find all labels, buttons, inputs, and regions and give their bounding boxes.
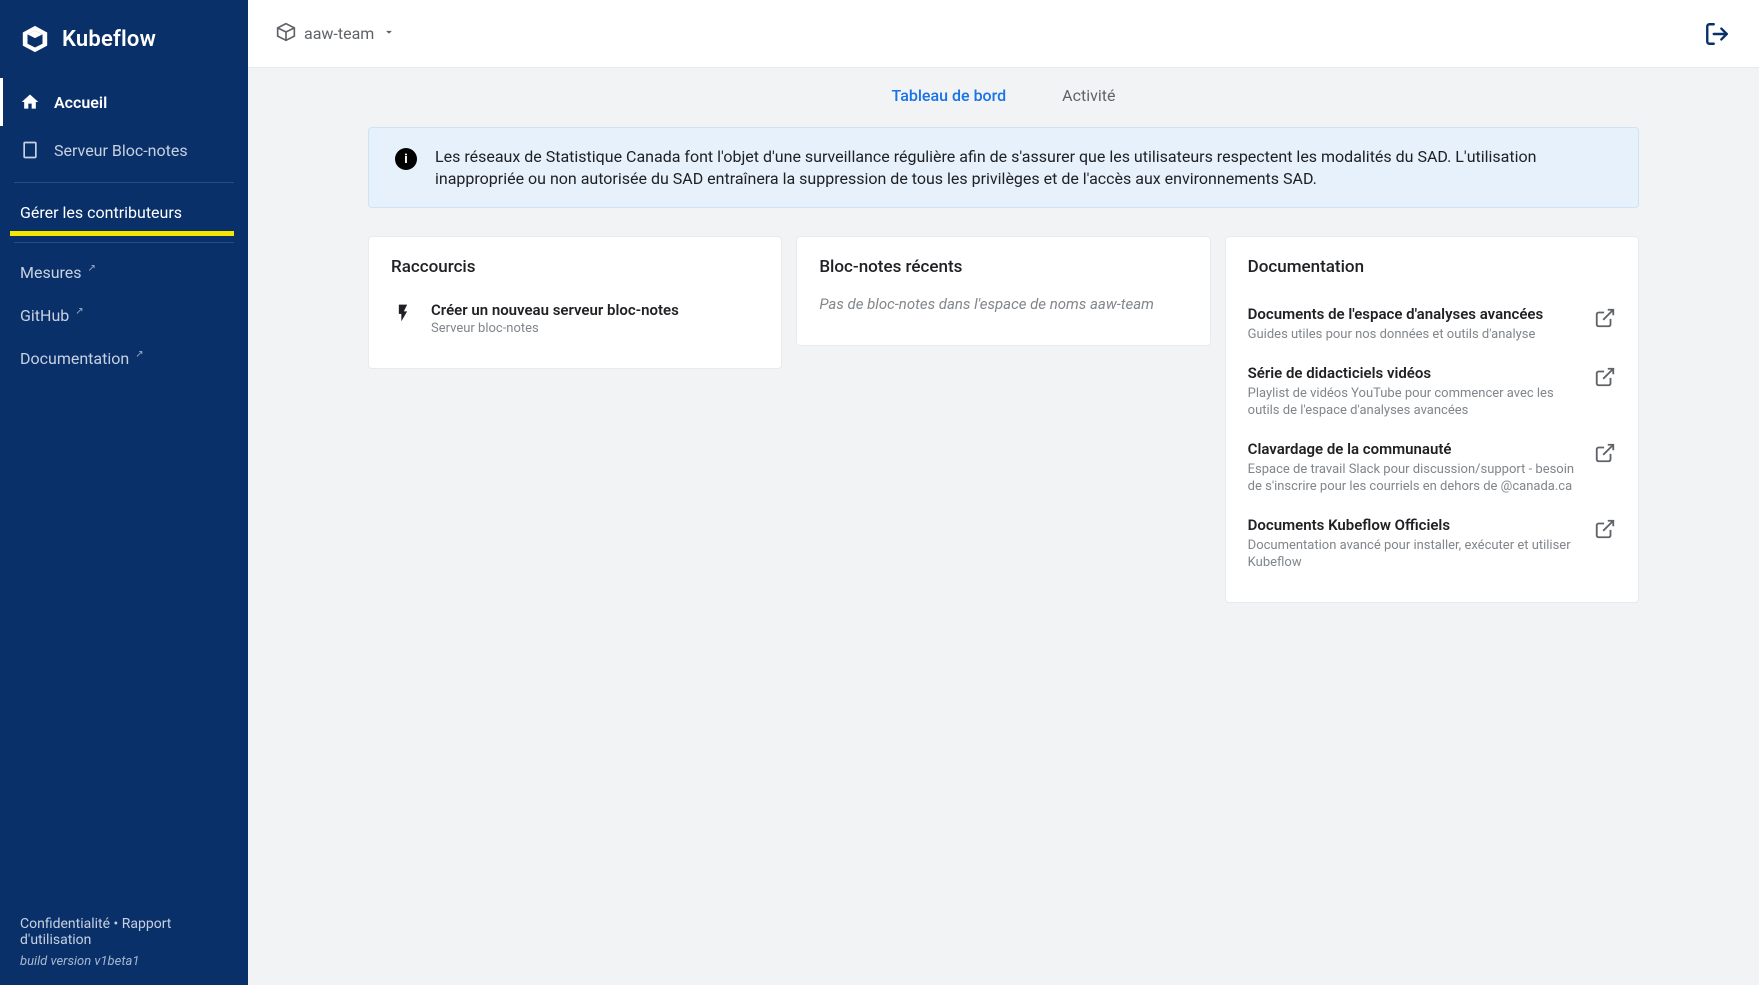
namespace-selector[interactable]: aaw-team bbox=[276, 22, 396, 46]
sidebar-item-metrics[interactable]: Mesures ↗ bbox=[0, 251, 248, 294]
card-header: Bloc-notes récents bbox=[819, 257, 1187, 277]
sidebar-item-notebook[interactable]: Serveur Bloc-notes bbox=[0, 126, 248, 174]
brand: Kubeflow bbox=[0, 16, 248, 78]
bolt-icon bbox=[391, 303, 415, 328]
doc-text: Série de didacticiels vidéos Playlist de… bbox=[1248, 364, 1580, 420]
tabs: Tableau de bord Activité bbox=[248, 68, 1759, 121]
alert-text: Les réseaux de Statistique Canada font l… bbox=[435, 146, 1612, 189]
box-icon bbox=[276, 22, 296, 46]
sidebar-footer: Confidentialité • Rapport d'utilisation … bbox=[0, 900, 248, 985]
doc-subtitle: Guides utiles pour nos données et outils… bbox=[1248, 326, 1580, 344]
kubeflow-logo-icon bbox=[20, 24, 50, 54]
doc-text: Clavardage de la communauté Espace de tr… bbox=[1248, 440, 1580, 496]
external-icon: ↗ bbox=[135, 349, 143, 360]
open-external-icon bbox=[1594, 442, 1616, 464]
nav-primary: Accueil Serveur Bloc-notes bbox=[0, 78, 248, 174]
doc-text: Documents Kubeflow Officiels Documentati… bbox=[1248, 516, 1580, 572]
doc-text: Documents de l'espace d'analyses avancée… bbox=[1248, 305, 1580, 344]
doc-subtitle: Playlist de vidéos YouTube pour commence… bbox=[1248, 385, 1580, 420]
sidebar-item-contributors[interactable]: Gérer les contributeurs bbox=[0, 191, 248, 234]
logout-button[interactable] bbox=[1703, 20, 1731, 48]
sidebar-item-home[interactable]: Accueil bbox=[0, 78, 248, 126]
footer-sep: • bbox=[114, 916, 119, 932]
nav-divider bbox=[14, 242, 234, 243]
info-icon: i bbox=[395, 148, 417, 170]
sidebar: Kubeflow Accueil Serveur Bloc-notes Gére… bbox=[0, 0, 248, 985]
footer-privacy-link[interactable]: Confidentialité bbox=[20, 916, 110, 932]
book-icon bbox=[20, 140, 40, 160]
tab-activity[interactable]: Activité bbox=[1062, 86, 1115, 107]
build-version: build version v1beta1 bbox=[20, 954, 228, 969]
external-icon: ↗ bbox=[75, 306, 83, 317]
doc-item[interactable]: Documents Kubeflow Officiels Documentati… bbox=[1248, 506, 1616, 582]
sidebar-item-label: Documentation bbox=[20, 349, 129, 368]
sidebar-item-label: Serveur Bloc-notes bbox=[54, 141, 188, 160]
doc-item[interactable]: Clavardage de la communauté Espace de tr… bbox=[1248, 430, 1616, 506]
shortcut-subtitle: Serveur bloc-notes bbox=[431, 321, 679, 336]
shortcut-title: Créer un nouveau serveur bloc-notes bbox=[431, 301, 679, 319]
doc-item[interactable]: Série de didacticiels vidéos Playlist de… bbox=[1248, 354, 1616, 430]
shortcut-create-notebook[interactable]: Créer un nouveau serveur bloc-notes Serv… bbox=[391, 295, 759, 342]
shortcut-text: Créer un nouveau serveur bloc-notes Serv… bbox=[431, 301, 679, 336]
open-external-icon bbox=[1594, 366, 1616, 388]
card-header: Documentation bbox=[1248, 257, 1616, 277]
doc-title: Documents de l'espace d'analyses avancée… bbox=[1248, 305, 1580, 323]
card-header: Raccourcis bbox=[391, 257, 759, 277]
home-icon bbox=[20, 92, 40, 112]
sidebar-item-label: Mesures bbox=[20, 263, 82, 282]
sidebar-item-label: Gérer les contributeurs bbox=[20, 203, 182, 222]
sidebar-item-documentation[interactable]: Documentation ↗ bbox=[0, 337, 248, 380]
nav-divider bbox=[14, 182, 234, 183]
card-documentation: Documentation Documents de l'espace d'an… bbox=[1225, 236, 1639, 603]
doc-subtitle: Documentation avancé pour installer, exé… bbox=[1248, 537, 1580, 572]
namespace-name: aaw-team bbox=[304, 24, 374, 43]
brand-name: Kubeflow bbox=[62, 27, 156, 52]
tab-dashboard[interactable]: Tableau de bord bbox=[892, 86, 1007, 107]
main: aaw-team Tableau de bord Activité i Les … bbox=[248, 0, 1759, 985]
card-shortcuts: Raccourcis Créer un nouveau serveur bloc… bbox=[368, 236, 782, 369]
card-notebooks: Bloc-notes récents Pas de bloc-notes dan… bbox=[796, 236, 1210, 346]
chevron-down-icon bbox=[382, 24, 396, 43]
sidebar-item-label: GitHub bbox=[20, 306, 69, 325]
notebooks-empty-text: Pas de bloc-notes dans l'espace de noms … bbox=[819, 295, 1187, 313]
alert-banner: i Les réseaux de Statistique Canada font… bbox=[368, 127, 1639, 208]
open-external-icon bbox=[1594, 307, 1616, 329]
doc-item[interactable]: Documents de l'espace d'analyses avancée… bbox=[1248, 295, 1616, 354]
cards-row: Raccourcis Créer un nouveau serveur bloc… bbox=[368, 236, 1639, 603]
external-icon: ↗ bbox=[88, 263, 96, 274]
doc-title: Série de didacticiels vidéos bbox=[1248, 364, 1580, 382]
open-external-icon bbox=[1594, 518, 1616, 540]
doc-title: Clavardage de la communauté bbox=[1248, 440, 1580, 458]
sidebar-item-label: Accueil bbox=[54, 93, 107, 112]
content: i Les réseaux de Statistique Canada font… bbox=[248, 121, 1759, 985]
doc-title: Documents Kubeflow Officiels bbox=[1248, 516, 1580, 534]
sidebar-item-github[interactable]: GitHub ↗ bbox=[0, 294, 248, 337]
topbar: aaw-team bbox=[248, 0, 1759, 68]
doc-subtitle: Espace de travail Slack pour discussion/… bbox=[1248, 461, 1580, 496]
